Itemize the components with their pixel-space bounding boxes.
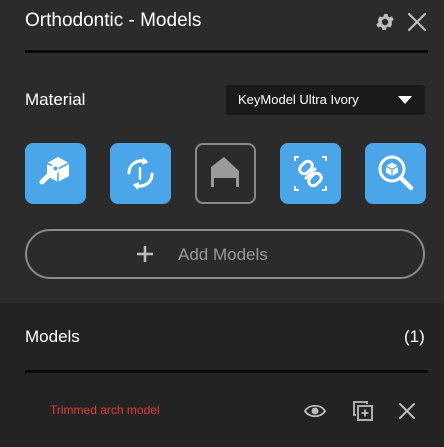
models-title: Models (25, 327, 80, 346)
chevron-down-icon (398, 96, 412, 104)
cube-search-icon (378, 155, 414, 191)
cube-wrench-button[interactable] (25, 143, 86, 204)
material-dropdown[interactable]: KeyModel Ultra Ivory (226, 85, 425, 115)
remove-icon[interactable] (396, 400, 418, 422)
orthodontic-models-panel: Orthodontic - Models Material KeyModel U… (0, 0, 444, 447)
model-base-button[interactable] (195, 143, 256, 204)
cube-wrench-icon (39, 157, 70, 185)
rotate-button[interactable] (110, 143, 171, 204)
models-divider (25, 370, 428, 373)
models-count: (1) (404, 327, 425, 346)
material-label: Material (25, 90, 86, 109)
model-base-icon (211, 157, 239, 187)
list-item[interactable]: Trimmed arch model (0, 391, 444, 431)
rotate-arrows-icon (127, 157, 154, 190)
model-name: Trimmed arch model (50, 403, 160, 417)
panel-title: Orthodontic - Models (25, 10, 202, 31)
plus-icon (137, 246, 153, 262)
duplicate-icon[interactable] (352, 400, 374, 422)
panel-header: Orthodontic - Models (0, 0, 444, 44)
gear-icon[interactable] (374, 11, 396, 33)
material-selected-value: KeyModel Ultra Ivory (238, 92, 359, 107)
header-divider (25, 50, 428, 53)
link-chain-icon (294, 156, 327, 191)
add-models-label: Add Models (178, 245, 268, 264)
link-button[interactable] (280, 143, 341, 204)
cube-search-button[interactable] (365, 143, 426, 204)
add-models-button[interactable]: Add Models (25, 229, 425, 279)
models-section: Models (1) Trimmed arch model (0, 303, 444, 447)
close-icon[interactable] (406, 11, 428, 33)
eye-icon[interactable] (303, 400, 327, 422)
